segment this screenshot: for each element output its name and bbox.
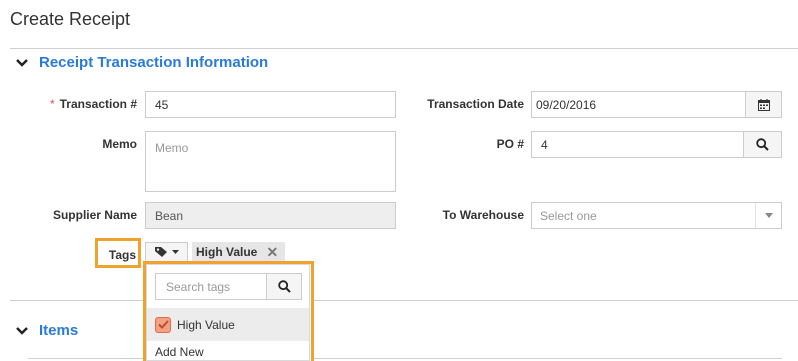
- warehouse-label: To Warehouse: [442, 208, 524, 222]
- memo-placeholder: Memo: [155, 141, 189, 155]
- po-label: PO #: [496, 137, 524, 151]
- tag-icon: [155, 247, 167, 257]
- warehouse-placeholder: Select one: [540, 208, 597, 223]
- supplier-name-input: Bean: [145, 202, 396, 229]
- transaction-date-label: Transaction Date: [427, 97, 524, 111]
- warehouse-select-arrow[interactable]: [755, 203, 781, 228]
- transaction-date-input[interactable]: 09/20/2016: [531, 91, 746, 118]
- chevron-down-icon: [16, 58, 28, 67]
- po-value: 4: [541, 137, 548, 152]
- caret-down-icon: [172, 249, 179, 254]
- tag-chip: High Value ✕: [192, 242, 285, 262]
- chevron-down-icon: [16, 326, 28, 335]
- transaction-label-text: Transaction #: [59, 97, 137, 111]
- tag-dropdown-highlight: [143, 261, 314, 361]
- memo-label: Memo: [102, 137, 137, 151]
- warehouse-select[interactable]: Select one: [531, 202, 782, 229]
- tag-chip-label: High Value: [196, 245, 258, 259]
- section-header-receipt[interactable]: Receipt Transaction Information: [16, 54, 268, 71]
- items-underline-left: [28, 358, 143, 359]
- search-icon: [756, 138, 769, 151]
- tag-picker-button[interactable]: [145, 242, 188, 262]
- transaction-number-input[interactable]: 45: [145, 91, 396, 118]
- items-divider-right: [314, 300, 798, 301]
- close-icon[interactable]: ✕: [265, 244, 279, 261]
- tags-label: Tags: [108, 248, 136, 262]
- title-divider: [10, 48, 798, 49]
- transaction-number-value: 45: [155, 97, 169, 112]
- po-search-button[interactable]: [743, 131, 782, 158]
- caret-down-icon: [764, 213, 773, 218]
- transaction-date-value: 09/20/2016: [536, 97, 597, 112]
- memo-textarea[interactable]: Memo: [145, 131, 396, 192]
- section-title-receipt: Receipt Transaction Information: [39, 54, 269, 71]
- section-header-items[interactable]: Items: [16, 322, 78, 339]
- transaction-label: * Transaction #: [10, 97, 137, 111]
- po-input[interactable]: 4: [531, 131, 744, 158]
- items-divider-left: [10, 300, 143, 301]
- required-marker: *: [49, 97, 55, 111]
- page-title: Create Receipt: [10, 9, 131, 29]
- supplier-label: Supplier Name: [52, 208, 137, 222]
- supplier-name-value: Bean: [155, 208, 184, 223]
- calendar-button[interactable]: [745, 91, 782, 118]
- section-title-items: Items: [39, 322, 79, 339]
- calendar-icon: [757, 98, 770, 111]
- items-underline-right: [314, 358, 782, 359]
